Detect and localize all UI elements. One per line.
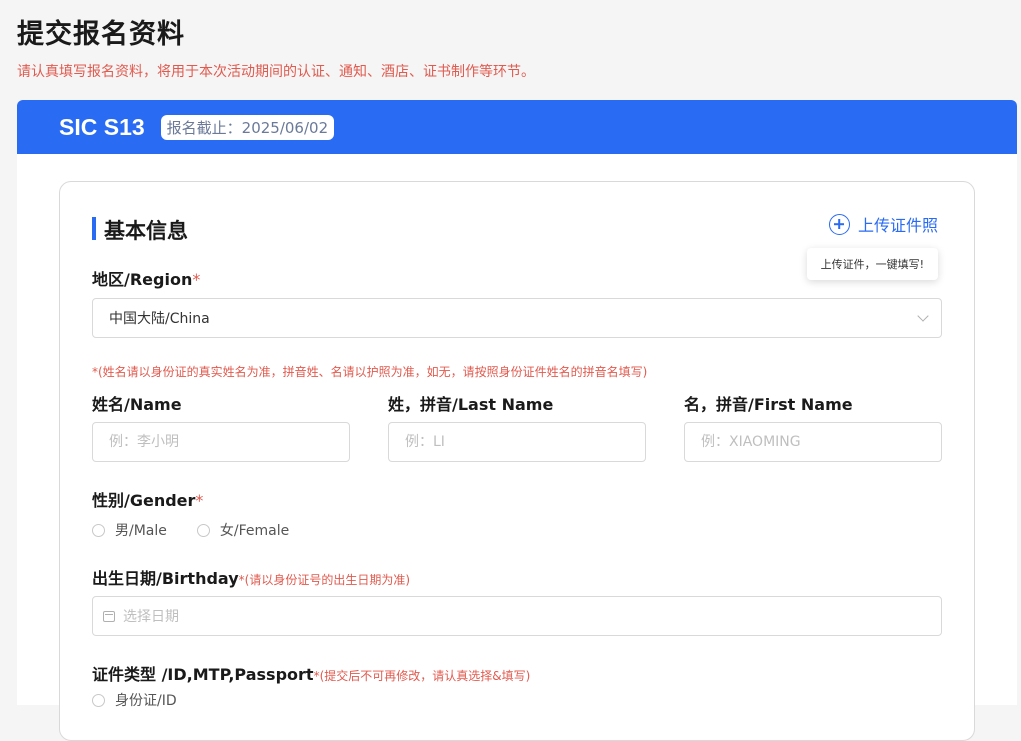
upload-label: 上传证件照 bbox=[857, 216, 938, 235]
name-hint: *(姓名请以身份证的真实姓名为准，拼音姓、名请以护照为准，如无，请按照身份证件姓… bbox=[92, 365, 648, 379]
birthday-label-text: 出生日期/Birthday bbox=[92, 569, 239, 588]
first-name-input[interactable] bbox=[684, 422, 942, 462]
region-selected-value: 中国大陆/China bbox=[109, 311, 210, 327]
upload-tooltip: 上传证件，一键填写! bbox=[806, 248, 938, 280]
region-label: 地区/Region* bbox=[92, 266, 200, 290]
gender-label-text: 性别/Gender bbox=[92, 491, 196, 510]
id-type-label: 证件类型 /ID,MTP,Passport*(提交后不可再修改，请认真选择&填写… bbox=[92, 661, 530, 685]
section-title: 基本信息 bbox=[92, 215, 188, 245]
birthday-hint: *(请以身份证号的出生日期为准) bbox=[238, 573, 411, 587]
required-mark: * bbox=[192, 270, 201, 289]
upload-id-photo-button[interactable]: 上传证件照 bbox=[828, 212, 938, 236]
gender-option-label: 男/Male bbox=[115, 523, 167, 539]
basic-info-card: 基本信息 上传证件照 上传证件，一键填写! 地区/Region* 中国大陆/Ch… bbox=[59, 181, 975, 741]
event-header-bar: SIC S13 报名截止：2025/06/02 bbox=[17, 100, 1017, 154]
event-name: SIC S13 bbox=[59, 113, 145, 140]
page-subtitle: 请认真填写报名资料，将用于本次活动期间的认证、通知、酒店、证书制作等环节。 bbox=[17, 64, 535, 80]
name-input[interactable] bbox=[92, 422, 350, 462]
radio-circle bbox=[92, 523, 105, 537]
page-title: 提交报名资料 bbox=[17, 19, 185, 50]
gender-option-label: 女/Female bbox=[219, 523, 290, 539]
last-name-label: 姓，拼音/Last Name bbox=[388, 395, 554, 414]
date-placeholder: 选择日期 bbox=[123, 609, 179, 625]
gender-option-female[interactable]: 女/Female bbox=[196, 520, 290, 540]
birthday-date-picker[interactable]: 选择日期 bbox=[92, 596, 942, 636]
plus-circle-icon bbox=[828, 213, 850, 235]
form-container: 基本信息 上传证件照 上传证件，一键填写! 地区/Region* 中国大陆/Ch… bbox=[17, 154, 1017, 741]
id-type-label-text: 证件类型 /ID,MTP,Passport bbox=[92, 665, 314, 684]
chevron-down-icon bbox=[917, 310, 929, 322]
deadline-badge: 报名截止：2025/06/02 bbox=[160, 114, 335, 140]
name-label: 姓名/Name bbox=[92, 395, 182, 414]
id-type-option-id[interactable]: 身份证/ID bbox=[92, 690, 177, 710]
required-mark: * bbox=[195, 491, 204, 510]
id-type-hint: *(提交后不可再修改，请认真选择&填写) bbox=[313, 669, 531, 683]
birthday-label: 出生日期/Birthday*(请以身份证号的出生日期为准) bbox=[92, 565, 410, 589]
first-name-label: 名，拼音/First Name bbox=[684, 395, 853, 414]
id-type-option-label: 身份证/ID bbox=[115, 693, 177, 709]
gender-option-male[interactable]: 男/Male bbox=[92, 520, 167, 540]
id-type-radio-group: 身份证/ID bbox=[92, 690, 207, 710]
radio-circle bbox=[196, 523, 210, 537]
last-name-input[interactable] bbox=[388, 422, 646, 462]
gender-label: 性别/Gender* bbox=[92, 487, 203, 511]
gender-radio-group: 男/Male 女/Female bbox=[92, 520, 319, 540]
region-label-text: 地区/Region bbox=[92, 270, 193, 289]
calendar-icon bbox=[103, 610, 115, 622]
region-select[interactable]: 中国大陆/China bbox=[92, 298, 942, 338]
page-header: 提交报名资料 请认真填写报名资料，将用于本次活动期间的认证、通知、酒店、证书制作… bbox=[17, 12, 535, 81]
